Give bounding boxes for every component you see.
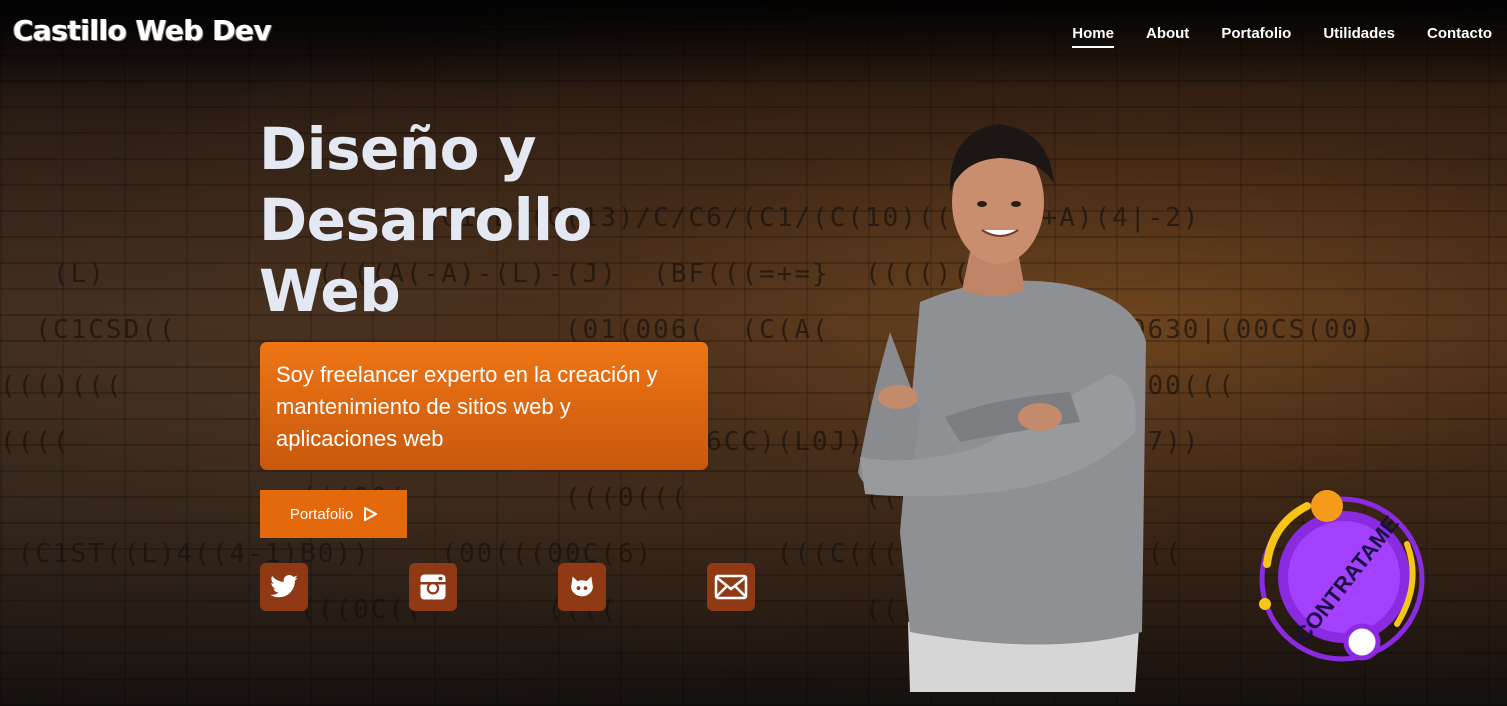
nav-item-portafolio[interactable]: Portafolio: [1221, 25, 1291, 48]
email-icon: [714, 574, 748, 600]
hero-description-box: Soy freelancer experto en la creación y …: [260, 342, 708, 470]
profile-photo: [858, 124, 1146, 692]
portafolio-button-label: Portafolio: [289, 505, 354, 523]
hero-title-line-1: Diseño y: [259, 115, 537, 183]
hero-title-line-2: Desarrollo: [259, 186, 592, 254]
github-link[interactable]: [558, 563, 606, 611]
email-link[interactable]: [707, 563, 755, 611]
contratame-badge-graphic: CONTRATAME: [1259, 490, 1425, 662]
github-icon: [571, 576, 593, 597]
hero-title: Diseño y Desarrollo Web: [259, 114, 679, 327]
nav-item-contacto[interactable]: Contacto: [1427, 25, 1492, 48]
nav-item-utilidades[interactable]: Utilidades: [1323, 25, 1395, 48]
hero-title-line-3: Web: [259, 257, 401, 325]
play-icon: [364, 507, 378, 521]
twitter-icon: [270, 575, 298, 598]
twitter-link[interactable]: [260, 563, 308, 611]
contratame-badge[interactable]: CONTRATAME: [1247, 484, 1437, 664]
main-nav: Home About Portafolio Utilidades Contact…: [1072, 25, 1492, 48]
nav-item-about[interactable]: About: [1146, 25, 1189, 48]
instagram-icon: [420, 574, 446, 600]
instagram-link[interactable]: [409, 563, 457, 611]
nav-item-home[interactable]: Home: [1072, 25, 1114, 48]
portafolio-button[interactable]: Portafolio: [260, 490, 407, 538]
site-logo[interactable]: Castillo Web Dev: [13, 14, 272, 47]
hero-description: Soy freelancer experto en la creación y …: [276, 362, 658, 451]
